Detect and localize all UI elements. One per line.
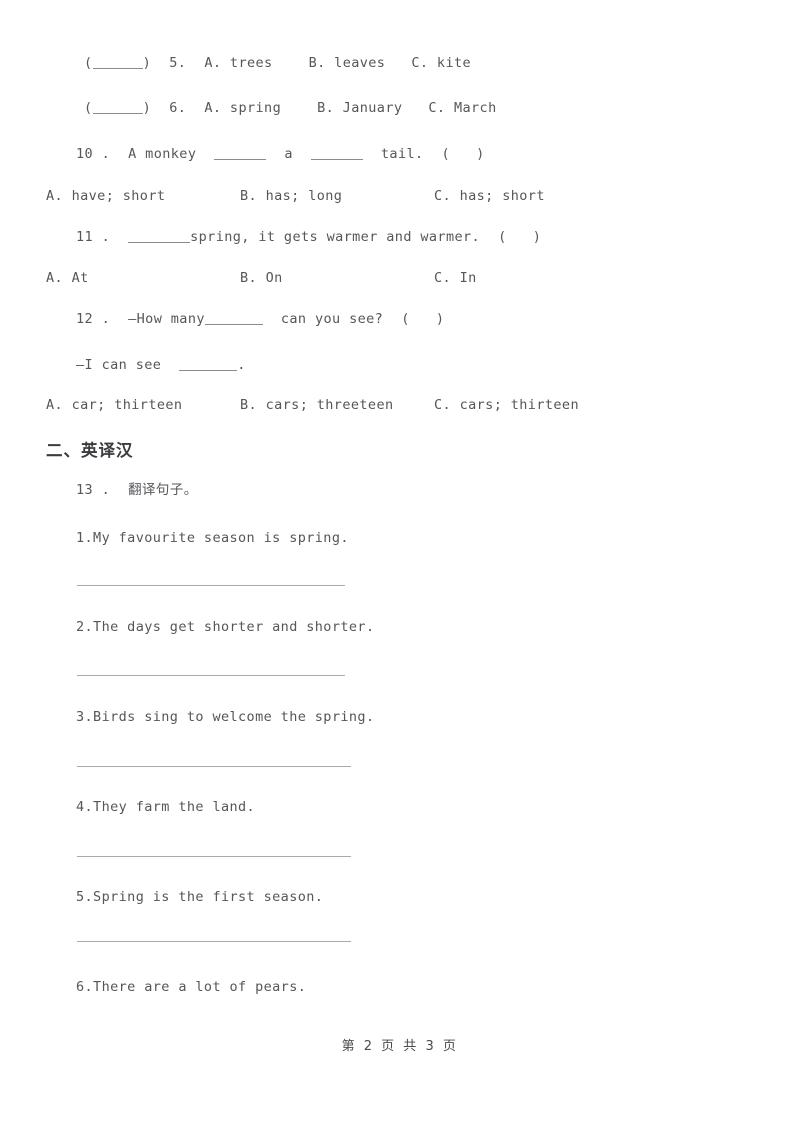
option-b[interactable]: B. leaves [309,55,386,71]
question-number: 11 . [76,229,111,245]
question-number: 6. [169,100,187,116]
answer-paren-open: ( [441,146,451,162]
answer-prefix: —I can see [76,357,162,373]
question-number: 5. [169,55,187,71]
question-12-stem: 12 . —How many can you see? () [76,312,445,327]
translation-answer-rule-5[interactable] [77,941,351,942]
translation-item-1: 1.My favourite season is spring. [76,530,349,546]
answer-bracket-open: ( [84,100,93,116]
stem-text-2: can you see? [280,311,384,327]
question-10-option-b[interactable]: B. has; long [240,189,342,204]
question-12-option-a[interactable]: A. car; thirteen [46,398,182,413]
stem-text: spring, it gets warmer and warmer. [190,229,481,245]
question-number: 10 . [76,146,111,162]
stem-text-2: a [284,146,293,162]
question-number: 12 . [76,311,111,327]
translation-answer-rule-2[interactable] [77,675,345,676]
question-12-option-c[interactable]: C. cars; thirteen [434,398,579,413]
question-10-stem: 10 . A monkey a tail. () [76,147,485,162]
translation-item-6: 6.There are a lot of pears. [76,979,307,995]
answer-blank[interactable] [179,370,238,371]
translation-answer-rule-3[interactable] [77,766,351,767]
answer-blank[interactable] [92,68,143,69]
task-number: 13 . [76,482,111,498]
translation-item-2: 2.The days get shorter and shorter. [76,619,375,635]
translation-item-5: 5.Spring is the first season. [76,889,324,905]
option-a[interactable]: A. spring [204,100,281,116]
question-12-answer-line: —I can see. [76,358,246,373]
stem-text-3: tail. [380,146,424,162]
question-11-stem: 11 . spring, it gets warmer and warmer. () [76,230,541,245]
option-b[interactable]: B. January [317,100,402,116]
task-text: 翻译句子。 [128,482,198,498]
option-c[interactable]: C. March [428,100,496,116]
option-c[interactable]: C. kite [411,55,471,71]
worksheet-page: () 5. A. trees B. leaves C. kite () 6. A. spri… [0,0,800,1132]
choice-row-6: () 6. A. spring B. January C. March [84,101,497,116]
translation-answer-rule-1[interactable] [77,585,345,586]
option-a[interactable]: A. trees [204,55,272,71]
stem-text: A monkey [128,146,197,162]
translation-answer-rule-4[interactable] [77,856,351,857]
answer-paren-open: ( [498,229,507,245]
answer-paren-close[interactable]: ) [533,229,542,245]
stem-blank-1[interactable] [214,159,267,160]
answer-blank[interactable] [92,113,143,114]
translation-item-3: 3.Birds sing to welcome the spring. [76,709,375,725]
question-11-option-a[interactable]: A. At [46,271,89,286]
answer-paren-close[interactable]: ) [476,146,485,162]
stem-blank-1[interactable] [204,324,263,325]
stem-blank-2[interactable] [310,159,363,160]
question-11-option-c[interactable]: C. In [434,271,477,286]
section-two-heading: 二、英译汉 [46,441,134,460]
stem-text: —How many [128,311,205,327]
answer-bracket-close: ) [142,55,152,71]
choice-row-5: () 5. A. trees B. leaves C. kite [84,56,471,71]
question-11-option-b[interactable]: B. On [240,271,283,286]
question-12-option-b[interactable]: B. cars; threeteen [240,398,394,413]
stem-blank-1[interactable] [128,242,191,243]
answer-bracket-open: ( [84,55,93,71]
answer-suffix: . [237,357,246,373]
page-footer: 第 2 页 共 3 页 [341,1039,459,1054]
answer-bracket-close: ) [142,100,152,116]
answer-paren-close[interactable]: ) [436,311,445,327]
answer-paren-open: ( [401,311,410,327]
question-10-option-a[interactable]: A. have; short [46,189,165,204]
task-13-label: 13 . 翻译句子。 [76,483,198,498]
translation-item-4: 4.They farm the land. [76,799,256,815]
question-10-option-c[interactable]: C. has; short [434,189,545,204]
